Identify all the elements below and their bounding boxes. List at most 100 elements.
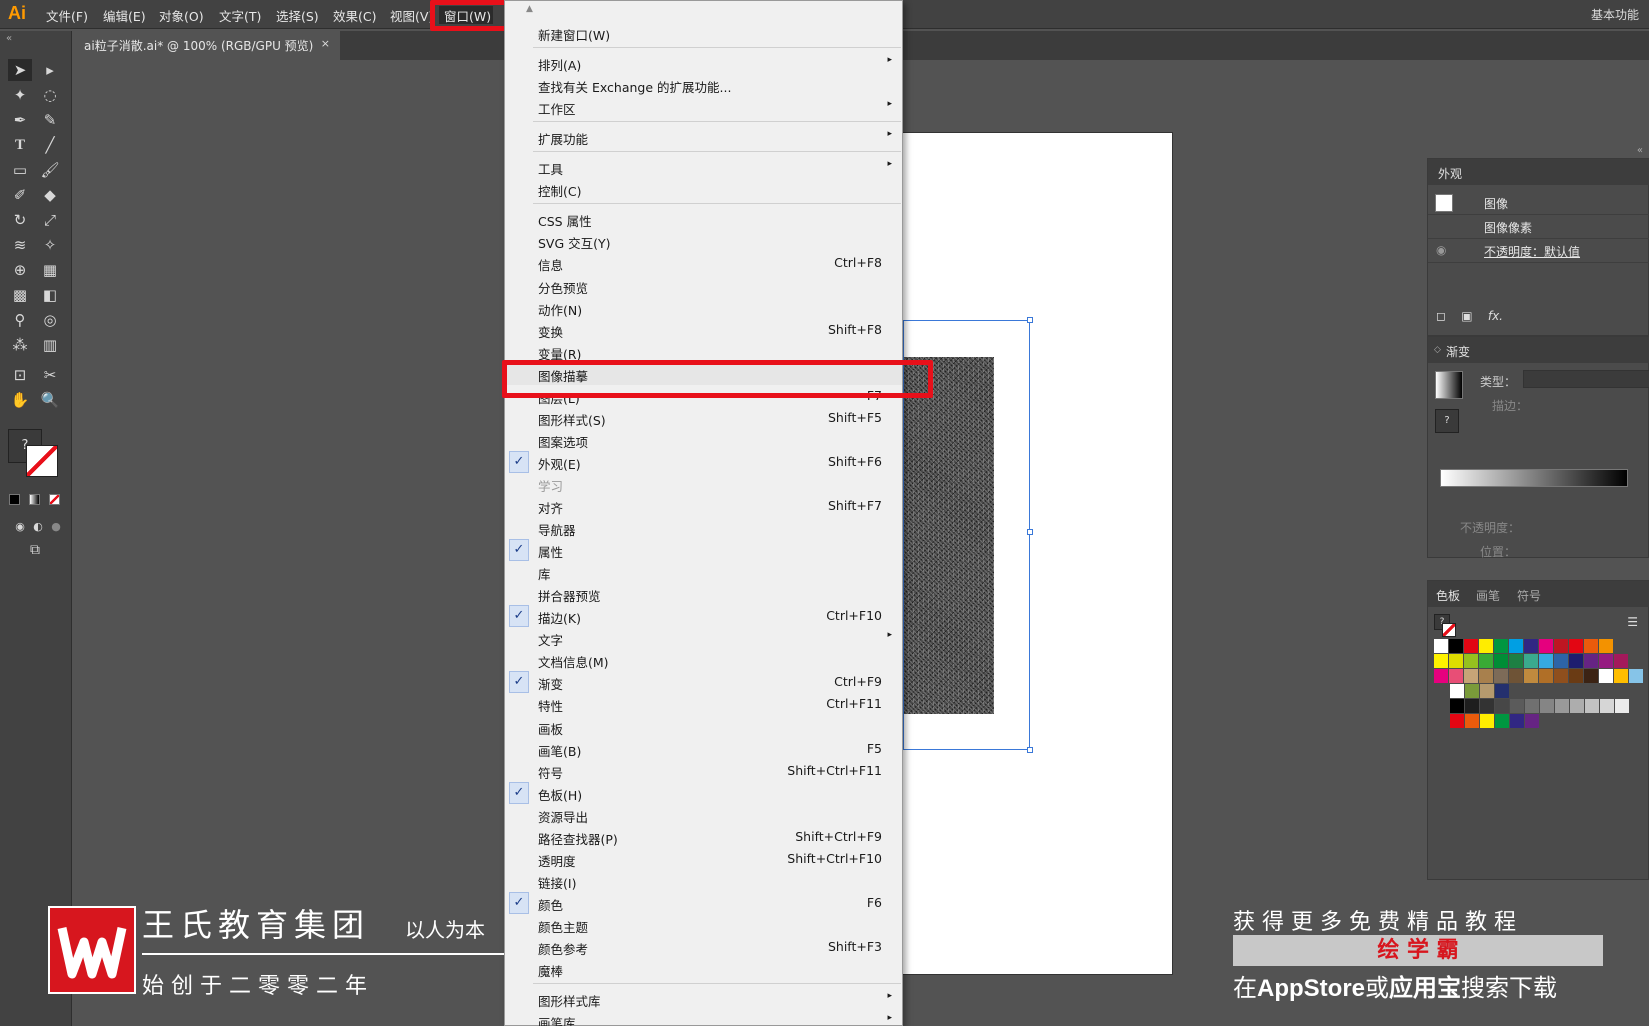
gradient-mode-icon[interactable]	[29, 494, 40, 505]
menu-item[interactable]: 变换 Shift+F8	[505, 319, 902, 341]
mesh-tool-icon[interactable]: ▩	[8, 284, 32, 306]
menu-item[interactable]: 对齐 Shift+F7	[505, 495, 902, 517]
menu-item[interactable]: 查找有关 Exchange 的扩展功能...	[505, 74, 902, 96]
color-swatch[interactable]	[1495, 714, 1509, 728]
menu-item[interactable]: 符号 Shift+Ctrl+F11	[505, 760, 902, 782]
menu-item[interactable]: ✓ 描边(K) Ctrl+F10	[505, 605, 902, 628]
tab-appearance[interactable]: 外观	[1438, 165, 1462, 182]
scale-tool-icon[interactable]: ⤢	[38, 209, 62, 231]
screen-mode-icon[interactable]: ⧉	[23, 539, 47, 561]
color-swatch[interactable]	[1449, 669, 1463, 683]
color-swatch[interactable]	[1494, 654, 1508, 668]
eraser-tool-icon[interactable]: ◆	[38, 184, 62, 206]
shaper-tool-icon[interactable]: ✐	[8, 184, 32, 206]
menu-item[interactable]: 图案选项	[505, 429, 902, 451]
color-swatch[interactable]	[1434, 669, 1448, 683]
color-swatch[interactable]	[1524, 669, 1538, 683]
color-swatch[interactable]	[1554, 669, 1568, 683]
menu-item[interactable]: 分色预览	[505, 275, 902, 297]
color-swatch[interactable]	[1479, 669, 1493, 683]
color-swatch[interactable]	[1539, 669, 1553, 683]
menu-view[interactable]: 视图(V)	[390, 6, 434, 25]
color-swatch[interactable]	[1480, 699, 1494, 713]
color-swatch[interactable]	[1480, 714, 1494, 728]
tab-symbols[interactable]: 符号	[1517, 587, 1541, 604]
menu-edit[interactable]: 编辑(E)	[103, 6, 146, 25]
panel-options-icon[interactable]: ◇	[1434, 345, 1441, 355]
stroke-swatch[interactable]	[26, 445, 58, 477]
tab-gradient[interactable]: 渐变	[1446, 343, 1470, 360]
color-swatch[interactable]	[1509, 669, 1523, 683]
selection-tool-icon[interactable]: ➤	[8, 59, 32, 81]
appearance-label[interactable]: 不透明度：默认值	[1484, 243, 1580, 260]
magic-wand-tool-icon[interactable]: ✦	[8, 84, 32, 106]
color-swatch[interactable]	[1584, 654, 1598, 668]
line-tool-icon[interactable]: ╱	[38, 134, 62, 156]
none-mode-icon[interactable]	[49, 494, 60, 505]
artboard-tool-icon[interactable]: ⊡	[8, 364, 32, 386]
color-swatch[interactable]	[1569, 654, 1583, 668]
color-swatch[interactable]	[1554, 654, 1568, 668]
tab-swatches[interactable]: 色板	[1436, 587, 1460, 604]
menu-item[interactable]: 扩展功能 ▸	[505, 126, 902, 148]
menu-item[interactable]: 画笔(B) F5	[505, 738, 902, 760]
menu-item[interactable]: ✓ 颜色 F6	[505, 891, 902, 914]
color-swatch[interactable]	[1494, 639, 1508, 653]
tab-brushes[interactable]: 画笔	[1476, 587, 1500, 604]
zoom-tool-icon[interactable]: 🔍	[38, 389, 62, 411]
color-swatch[interactable]	[1600, 699, 1614, 713]
menu-item[interactable]: 排列(A) ▸	[505, 52, 902, 74]
draw-inside-icon[interactable]: ●	[44, 515, 68, 537]
paintbrush-tool-icon[interactable]: 🖌	[38, 159, 62, 181]
color-swatch[interactable]	[1450, 684, 1464, 698]
resize-handle[interactable]	[1027, 317, 1033, 323]
color-swatch[interactable]	[1465, 684, 1479, 698]
color-swatch[interactable]	[1569, 669, 1583, 683]
menu-item[interactable]: 工具 ▸	[505, 156, 902, 178]
menu-object[interactable]: 对象(O)	[159, 6, 204, 25]
color-swatch[interactable]	[1569, 639, 1583, 653]
color-swatch[interactable]	[1495, 684, 1509, 698]
curvature-tool-icon[interactable]: ✎	[38, 109, 62, 131]
appearance-row-pixels[interactable]: 图像像素	[1428, 215, 1649, 239]
pen-tool-icon[interactable]: ✒	[8, 109, 32, 131]
visibility-eye-icon[interactable]: ◉	[1436, 243, 1446, 257]
menu-type[interactable]: 文字(T)	[219, 6, 261, 25]
collapse-dock-icon[interactable]: «	[1637, 145, 1643, 156]
menu-item[interactable]: 路径查找器(P) Shift+Ctrl+F9	[505, 826, 902, 848]
color-swatch[interactable]	[1449, 654, 1463, 668]
menu-item[interactable]: 链接(I)	[505, 870, 902, 892]
rotate-tool-icon[interactable]: ↻	[8, 209, 32, 231]
menu-item[interactable]: 特性 Ctrl+F11	[505, 693, 902, 715]
blend-tool-icon[interactable]: ◎	[38, 309, 62, 331]
menu-item[interactable]: 导航器	[505, 517, 902, 539]
color-swatch[interactable]	[1599, 669, 1613, 683]
menu-item[interactable]: ✓ 渐变 Ctrl+F9	[505, 671, 902, 694]
menu-item[interactable]: 文字 ▸	[505, 627, 902, 649]
color-swatch[interactable]	[1464, 669, 1478, 683]
color-swatch[interactable]	[1434, 654, 1448, 668]
menu-select[interactable]: 选择(S)	[276, 6, 319, 25]
lasso-tool-icon[interactable]: ◌	[38, 84, 62, 106]
color-swatch[interactable]	[1510, 699, 1524, 713]
gradient-fill-swatch[interactable]: ?	[1435, 409, 1459, 433]
color-swatch[interactable]	[1434, 639, 1448, 653]
menu-item[interactable]: 控制(C)	[505, 178, 902, 200]
color-swatch[interactable]	[1539, 639, 1553, 653]
menu-item[interactable]: 颜色参考 Shift+F3	[505, 936, 902, 958]
eyedropper-tool-icon[interactable]: ⚲	[8, 309, 32, 331]
color-swatch[interactable]	[1449, 639, 1463, 653]
list-view-icon[interactable]: ☰	[1627, 615, 1638, 629]
color-swatch[interactable]	[1614, 654, 1628, 668]
appearance-row-image[interactable]: 图像	[1428, 191, 1649, 215]
color-swatch[interactable]	[1479, 654, 1493, 668]
color-swatch[interactable]	[1614, 669, 1628, 683]
menu-item[interactable]: 文档信息(M)	[505, 649, 902, 671]
color-swatch[interactable]	[1629, 669, 1643, 683]
color-swatch[interactable]	[1525, 699, 1539, 713]
color-swatch[interactable]	[1554, 639, 1568, 653]
rectangle-tool-icon[interactable]: ▭	[8, 159, 32, 181]
color-swatch[interactable]	[1464, 639, 1478, 653]
direct-selection-tool-icon[interactable]: ▸	[38, 59, 62, 81]
swatch-stroke-icon[interactable]	[1442, 623, 1456, 637]
